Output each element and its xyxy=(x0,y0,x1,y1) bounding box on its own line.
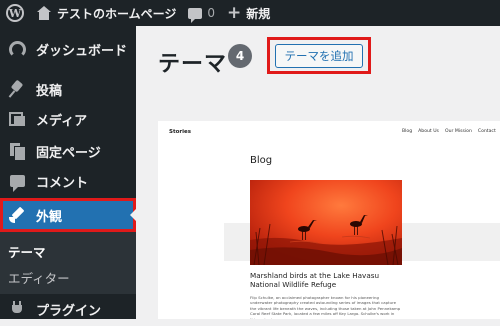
page-title: テーマ xyxy=(158,52,228,77)
pin-icon xyxy=(8,80,26,98)
comment-icon xyxy=(8,172,26,192)
sidebar-item-plugins[interactable]: プラグイン xyxy=(0,292,136,326)
wordpress-icon: W xyxy=(6,4,24,22)
theme-preview-heading: Blog xyxy=(250,155,273,166)
sidebar-item-label: コメント xyxy=(36,175,89,191)
theme-preview-nav-item: Blog xyxy=(402,129,413,134)
wordpress-logo-button[interactable]: W xyxy=(0,0,30,26)
sidebar-item-label: メディア xyxy=(36,113,88,129)
sidebar-item-comments[interactable]: コメント xyxy=(0,164,136,198)
sidebar-item-label: プラグイン xyxy=(36,303,102,319)
comment-bubble-icon xyxy=(188,7,203,23)
sidebar-item-dashboard[interactable]: ダッシュボード xyxy=(0,32,136,66)
submenu-item-editor[interactable]: エディター xyxy=(8,268,70,287)
sidebar-item-appearance[interactable]: 外観 xyxy=(0,198,136,232)
theme-preview-site-name: Stories xyxy=(169,129,191,135)
plus-icon: + xyxy=(227,2,242,23)
add-theme-highlight: テーマを追加 xyxy=(267,37,371,74)
main-content: テーマ 4 テーマを追加 Stories Blog About Us Our M… xyxy=(136,26,500,319)
sidebar-item-label: 固定ページ xyxy=(36,145,101,161)
theme-preview-post-title: Marshland birds at the Lake Havasu Natio… xyxy=(250,271,380,289)
theme-preview-nav: Blog About Us Our Mission Contact xyxy=(402,129,500,134)
theme-preview-nav-item: Our Mission xyxy=(444,129,472,134)
admin-bar: W テストのホームページ 0 + 新規 xyxy=(0,0,500,26)
comments-link[interactable]: 0 xyxy=(182,0,221,26)
paintbrush-icon xyxy=(8,206,26,224)
sidebar-item-label: 外観 xyxy=(36,209,63,225)
sidebar-item-label: 投稿 xyxy=(36,83,63,99)
new-content-button[interactable]: + 新規 xyxy=(221,0,276,26)
site-name-link[interactable]: テストのホームページ xyxy=(30,0,182,26)
add-theme-button[interactable]: テーマを追加 xyxy=(275,43,363,68)
theme-preview-nav-item: About Us xyxy=(418,129,439,134)
new-content-label: 新規 xyxy=(246,6,271,21)
sidebar-item-media[interactable]: メディア xyxy=(0,102,136,136)
marshland-birds-photo xyxy=(250,180,402,265)
sidebar-item-posts[interactable]: 投稿 xyxy=(0,72,136,106)
dashboard-icon xyxy=(8,40,26,58)
page-icon xyxy=(8,142,26,161)
plugin-icon xyxy=(8,300,26,318)
media-icon xyxy=(8,110,26,128)
submenu-item-themes[interactable]: テーマ xyxy=(8,242,46,261)
site-name-label: テストのホームページ xyxy=(57,6,177,21)
admin-sidebar: ダッシュボード 投稿 メディア 固定ページ コメント 外観 テーマ エディター … xyxy=(0,26,136,319)
theme-card[interactable]: Stories Blog About Us Our Mission Contac… xyxy=(158,121,500,319)
sidebar-item-pages[interactable]: 固定ページ xyxy=(0,134,136,168)
theme-preview-post-excerpt: Flip Schulke, an acclaimed photographer … xyxy=(250,295,401,319)
appearance-submenu: テーマ エディター xyxy=(0,232,136,294)
sidebar-item-label: ダッシュボード xyxy=(36,43,128,59)
theme-preview-nav-item: Contact xyxy=(477,129,496,134)
theme-count-badge: 4 xyxy=(228,44,252,68)
home-icon xyxy=(36,6,52,20)
comments-count: 0 xyxy=(207,6,216,20)
